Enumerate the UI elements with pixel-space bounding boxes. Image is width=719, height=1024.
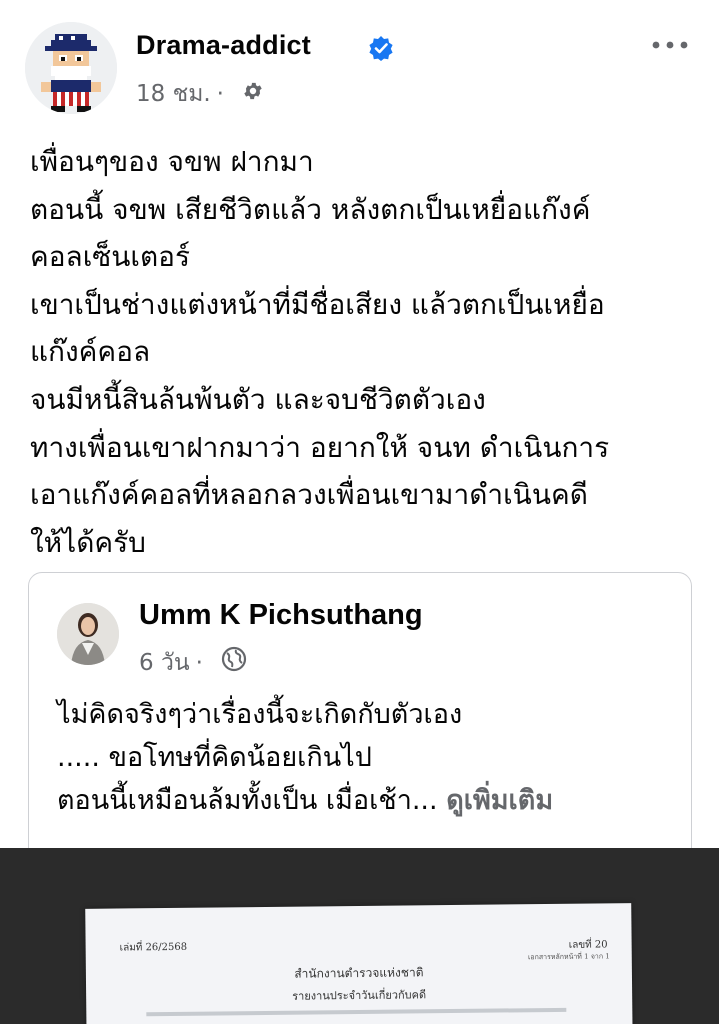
shared-text-line-content: ตอนนี้เหมือนล้มทั้งเป็น เมื่อเช้า... (57, 785, 438, 816)
document-blurred-line (146, 1007, 567, 1017)
document-title: สำนักงานตำรวจแห่งชาติ (294, 965, 424, 981)
post-text-line: เพื่อนๆของ จขพ ฝากมา (30, 145, 314, 178)
post-header: Drama-addict 18 ชม. · (0, 0, 719, 120)
post-text-line: ให้ได้ครับ (30, 525, 146, 559)
see-more-link[interactable]: ดูเพิ่มเติม (446, 785, 553, 816)
document-book-number: เล่มที่ 26/2568 (119, 941, 188, 954)
post-text-line: จนมีหนี้สินล้นพ้นตัว และจบชีวิตตัวเอง (30, 382, 486, 416)
post-meta: 18 ชม. · (136, 76, 230, 112)
shared-author-avatar[interactable] (57, 603, 119, 665)
shared-post-card[interactable]: Umm K Pichsuthang 6 วัน · ไม่คิดจริงๆว่าเ… (28, 572, 692, 874)
author-name[interactable]: Drama-addict (136, 30, 311, 61)
post-text: เพื่อนๆของ จขพ ฝากมา ตอนนี้ จขพ เสียชีวิ… (30, 138, 700, 566)
verified-badge-icon (369, 36, 393, 61)
meta-separator: · (216, 81, 224, 107)
post-text-line: แก๊งค์คอล (30, 335, 151, 369)
post-text-line: เขาเป็นช่างแต่งหน้าที่มีชื่อเสียง แล้วตก… (30, 287, 605, 321)
globe-icon (221, 646, 247, 672)
shared-author-name[interactable]: Umm K Pichsuthang (139, 599, 423, 632)
shared-post-text: ไม่คิดจริงๆว่าเรื่องนี้จะเกิดกับตัวเอง .… (57, 693, 677, 822)
post-text-line: ตอนนี้ จขพ เสียชีวิตแล้ว หลังตกเป็นเหยื่… (30, 192, 591, 226)
author-avatar[interactable] (25, 22, 117, 114)
more-options-icon[interactable] (650, 36, 690, 54)
shared-text-line: ตอนนี้เหมือนล้มทั้งเป็น เมื่อเช้า... ดูเ… (57, 779, 677, 822)
shared-meta-separator: · (195, 650, 203, 676)
gear-icon[interactable] (242, 80, 264, 102)
shared-post-meta: 6 วัน · (139, 645, 209, 681)
document-subtitle: รายงานประจำวันเกี่ยวกับคดี (292, 988, 427, 1003)
post-text-line: ทางเพื่อนเขาฝากมาว่า อยากให้ จนท ดำเนินก… (30, 430, 610, 464)
shared-text-line: ไม่คิดจริงๆว่าเรื่องนี้จะเกิดกับตัวเอง (57, 699, 463, 730)
post-text-line: เอาแก๊งค์คอลที่หลอกลวงเพื่อนเขามาดำเนินค… (30, 478, 588, 512)
police-report-document: เล่มที่ 26/2568 เลขที่ 20 เอกสารหลักหน้า… (85, 903, 633, 1024)
post-photo[interactable]: เล่มที่ 26/2568 เลขที่ 20 เอกสารหลักหน้า… (0, 848, 719, 1024)
pixel-character-avatar-icon (25, 22, 117, 114)
post-text-line: คอลเซ็นเตอร์ (30, 240, 191, 274)
post-time[interactable]: 18 ชม. (136, 81, 211, 107)
shared-text-line: ..... ขอโทษที่คิดน้อยเกินไป (57, 742, 372, 773)
person-photo-icon (57, 603, 119, 665)
shared-post-time[interactable]: 6 วัน (139, 650, 190, 676)
